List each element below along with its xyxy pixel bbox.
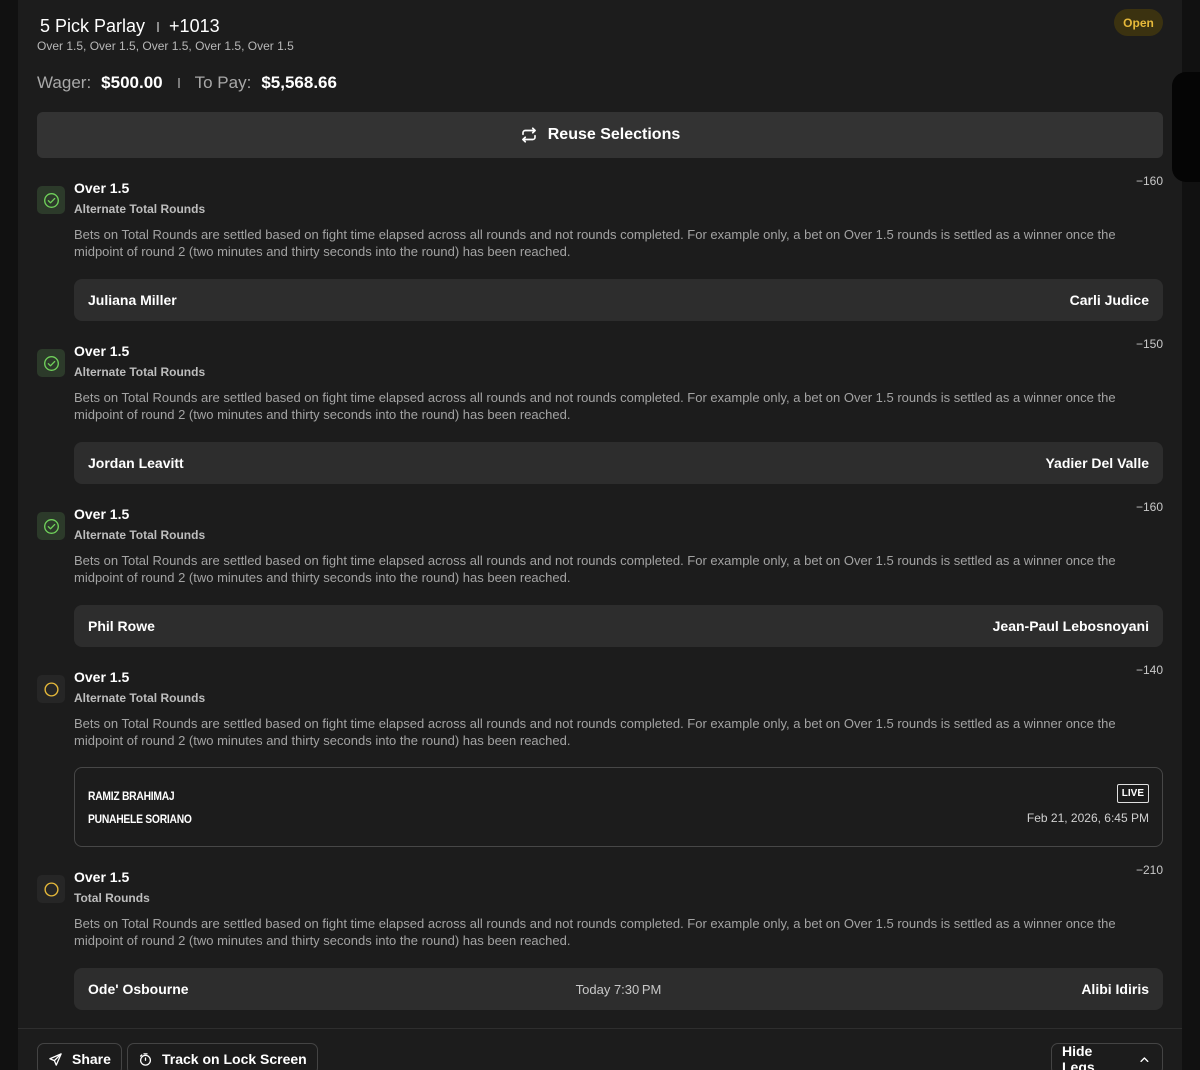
leg-market: Alternate Total Rounds (74, 202, 206, 216)
leg-description: Bets on Total Rounds are settled based o… (74, 227, 1116, 259)
leg-odds: −210 (1135, 863, 1163, 877)
check-circle-icon (43, 355, 59, 371)
footer-divider (18, 1028, 1182, 1029)
hide-legs-label: Hide Legs (1062, 1043, 1095, 1070)
wager-value: $500.00 (101, 73, 163, 92)
to-pay-value: $5,568.66 (261, 73, 337, 92)
open-circle-icon (43, 881, 59, 897)
leg-description: Bets on Total Rounds are settled based o… (74, 716, 1116, 748)
repeat-icon (521, 127, 536, 143)
reuse-selections-button[interactable]: Reuse Selections (37, 112, 1163, 158)
leg-market: Alternate Total Rounds (74, 365, 206, 379)
matchup-row[interactable]: Jordan Leavitt Yadier Del Valle (74, 442, 1163, 484)
check-circle-icon (43, 192, 59, 208)
leg-description: Bets on Total Rounds are settled based o… (74, 390, 1116, 422)
fighter-2: Jean-Paul Lebosnoyani (992, 618, 1149, 634)
share-button[interactable]: Share (37, 1043, 122, 1070)
check-circle-icon (43, 518, 59, 534)
wager-row: Wager: $500.00 To Pay: $5,568.66 (37, 73, 337, 93)
parlay-summary: Over 1.5, Over 1.5, Over 1.5, Over 1.5, … (37, 39, 294, 53)
fighter-2: Carli Judice (1069, 292, 1149, 308)
send-icon (49, 1052, 62, 1066)
fighter-2: PUNAHELE SORIANO (88, 812, 192, 826)
leg-market: Alternate Total Rounds (74, 691, 206, 705)
parlay-title: 5 Pick Parlay +1013 (40, 16, 220, 37)
event-datetime: Feb 21, 2026, 6:45 PM (1026, 811, 1149, 825)
leg-status-won (37, 349, 65, 377)
reuse-selections-label: Reuse Selections (547, 126, 681, 143)
leg-pick: Over 1.5 (74, 343, 130, 359)
timer-icon (139, 1052, 152, 1066)
leg-status-won (37, 512, 65, 540)
fighter-1: RAMIZ BRAHIMAJ (88, 789, 175, 803)
leg-odds: −160 (1135, 500, 1163, 514)
track-lock-screen-button[interactable]: Track on Lock Screen (127, 1043, 318, 1070)
leg-pick: Over 1.5 (74, 180, 130, 196)
leg-description: Bets on Total Rounds are settled based o… (74, 553, 1116, 585)
leg-pick: Over 1.5 (74, 669, 130, 685)
track-lock-screen-label: Track on Lock Screen (162, 1051, 307, 1067)
to-pay-label: To Pay: (194, 73, 252, 92)
leg-description: Bets on Total Rounds are settled based o… (74, 916, 1116, 948)
live-event-card[interactable]: RAMIZ BRAHIMAJ PUNAHELE SORIANO LIVE Feb… (74, 767, 1163, 847)
side-handle[interactable] (1172, 72, 1200, 182)
leg-status-won (37, 186, 65, 214)
matchup-row[interactable]: Ode' Osbourne Today 7:30 PM Alibi Idiris (74, 968, 1163, 1010)
share-label: Share (72, 1051, 111, 1067)
fighter-1: Phil Rowe (88, 618, 155, 634)
parlay-type: 5 Pick Parlay (40, 16, 146, 36)
chevron-up-icon (1140, 1056, 1149, 1062)
live-badge: LIVE (1116, 784, 1149, 803)
hide-legs-button[interactable]: Hide Legs (1051, 1043, 1163, 1070)
event-time: Today 7:30 PM (575, 981, 662, 997)
status-badge: Open (1114, 9, 1163, 36)
leg-pick: Over 1.5 (74, 506, 130, 522)
leg-odds: −150 (1135, 337, 1163, 351)
leg-market: Total Rounds (74, 891, 150, 905)
parlay-odds: +1013 (169, 16, 220, 36)
fighter-2: Alibi Idiris (1081, 981, 1149, 997)
fighter-1: Jordan Leavitt (88, 455, 184, 471)
open-circle-icon (43, 681, 59, 697)
leg-status-open (37, 675, 65, 703)
leg-market: Alternate Total Rounds (74, 528, 206, 542)
fighter-1: Juliana Miller (88, 292, 177, 308)
wager-label: Wager: (37, 73, 92, 92)
fighter-1: Ode' Osbourne (88, 981, 189, 997)
leg-odds: −160 (1135, 174, 1163, 188)
matchup-row[interactable]: Juliana Miller Carli Judice (74, 279, 1163, 321)
wager-separator (177, 78, 180, 88)
title-separator (157, 21, 160, 32)
leg-odds: −140 (1135, 663, 1163, 677)
leg-pick: Over 1.5 (74, 869, 130, 885)
matchup-row[interactable]: Phil Rowe Jean-Paul Lebosnoyani (74, 605, 1163, 647)
fighter-2: Yadier Del Valle (1045, 455, 1149, 471)
leg-status-open (37, 875, 65, 903)
